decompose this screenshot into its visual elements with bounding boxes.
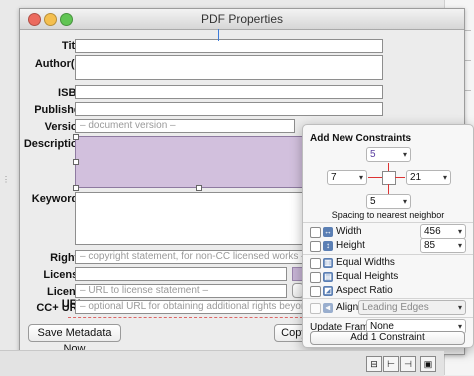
resize-handle[interactable] bbox=[196, 185, 202, 191]
align-menu-icon[interactable]: ⊟ bbox=[366, 356, 382, 372]
title-field[interactable] bbox=[75, 39, 383, 53]
license-url-field[interactable]: – URL to license statement – bbox=[75, 284, 287, 298]
resize-grip-icon[interactable]: ⋮ bbox=[2, 175, 10, 184]
divider bbox=[303, 254, 473, 255]
align-value: Leading Edges bbox=[362, 302, 429, 313]
add-constraints-popover: Add New Constraints 5 ▾ 7 ▾ 21 ▾ 5 ▾ Spacing… bbox=[302, 124, 474, 348]
resize-handle[interactable] bbox=[73, 134, 79, 140]
equal-widths-checkbox[interactable] bbox=[310, 258, 321, 269]
align-checkbox[interactable] bbox=[310, 303, 321, 314]
width-label: Width bbox=[336, 226, 362, 237]
publisher-field[interactable] bbox=[75, 102, 383, 116]
description-field[interactable] bbox=[75, 136, 315, 188]
aspect-ratio-checkbox[interactable] bbox=[310, 286, 321, 297]
layout-guide bbox=[218, 29, 219, 41]
height-label: Height bbox=[336, 240, 365, 251]
bottom-spacing-select[interactable]: 5 ▾ bbox=[366, 194, 411, 209]
right-spacing-select[interactable]: 21 ▾ bbox=[406, 170, 451, 185]
constraints-header: Add New Constraints bbox=[310, 133, 412, 144]
license-field[interactable] bbox=[75, 267, 287, 281]
version-field[interactable]: – document version – bbox=[75, 119, 295, 133]
height-icon: ↕ bbox=[323, 241, 333, 251]
left-spacing-value: 7 bbox=[331, 172, 337, 183]
left-spacing-select[interactable]: 7 ▾ bbox=[327, 170, 367, 185]
align-select[interactable]: Leading Edges ▾ bbox=[358, 300, 466, 315]
authors-field[interactable] bbox=[75, 55, 383, 80]
resizing-behavior-icon[interactable]: ▣ bbox=[420, 356, 436, 372]
align-label: Align bbox=[336, 302, 359, 313]
title-bar: PDF Properties bbox=[20, 9, 464, 30]
resize-handle[interactable] bbox=[73, 185, 79, 191]
height-select[interactable]: 85 ▾ bbox=[420, 238, 466, 253]
divider bbox=[303, 222, 473, 223]
top-spacing-value: 5 bbox=[370, 149, 376, 160]
width-checkbox[interactable] bbox=[310, 227, 321, 238]
aspect-ratio-icon: ◩ bbox=[323, 286, 333, 296]
window-title: PDF Properties bbox=[200, 12, 284, 26]
equal-widths-label: Equal Widths bbox=[336, 257, 395, 268]
canvas-bottom-bar: ⊟ ⊢ ⊣ ▣ bbox=[0, 350, 444, 376]
width-icon: ↔ bbox=[323, 227, 333, 237]
top-spacing-select[interactable]: 5 ▾ bbox=[366, 147, 411, 162]
layout-guide bbox=[68, 317, 308, 318]
view-box-icon bbox=[382, 171, 396, 185]
width-value: 456 bbox=[424, 226, 441, 237]
add-constraint-button[interactable]: Add 1 Constraint bbox=[310, 331, 465, 345]
pin-menu-icon[interactable]: ⊢ bbox=[383, 356, 399, 372]
keywords-field[interactable] bbox=[75, 192, 315, 245]
height-value: 85 bbox=[424, 240, 436, 251]
height-checkbox[interactable] bbox=[310, 241, 321, 252]
resolve-issues-icon[interactable]: ⊣ bbox=[400, 356, 416, 372]
spacing-note: Spacing to nearest neighbor bbox=[331, 210, 445, 220]
save-metadata-button[interactable]: Save Metadata Now bbox=[28, 324, 121, 355]
right-constraint-strut[interactable] bbox=[395, 177, 405, 178]
width-select[interactable]: 456 ▾ bbox=[420, 224, 466, 239]
equal-heights-icon: ▤ bbox=[323, 272, 333, 282]
left-constraint-strut[interactable] bbox=[368, 177, 382, 178]
align-icon: ⫷ bbox=[323, 303, 333, 313]
divider bbox=[303, 317, 473, 318]
right-spacing-value: 21 bbox=[410, 172, 422, 183]
resize-handle[interactable] bbox=[73, 159, 79, 165]
aspect-ratio-label: Aspect Ratio bbox=[336, 285, 393, 296]
bottom-constraint-strut[interactable] bbox=[388, 184, 389, 194]
divider bbox=[303, 298, 473, 299]
equal-heights-checkbox[interactable] bbox=[310, 272, 321, 283]
bottom-spacing-value: 5 bbox=[370, 196, 376, 207]
isbn-field[interactable] bbox=[75, 85, 383, 99]
cc-url-field[interactable]: – optional URL for obtaining additional … bbox=[75, 300, 303, 314]
rights-field[interactable]: – copyright statement, for non-CC licens… bbox=[75, 250, 303, 264]
equal-widths-icon: ▥ bbox=[323, 258, 333, 268]
equal-heights-label: Equal Heights bbox=[336, 271, 399, 282]
